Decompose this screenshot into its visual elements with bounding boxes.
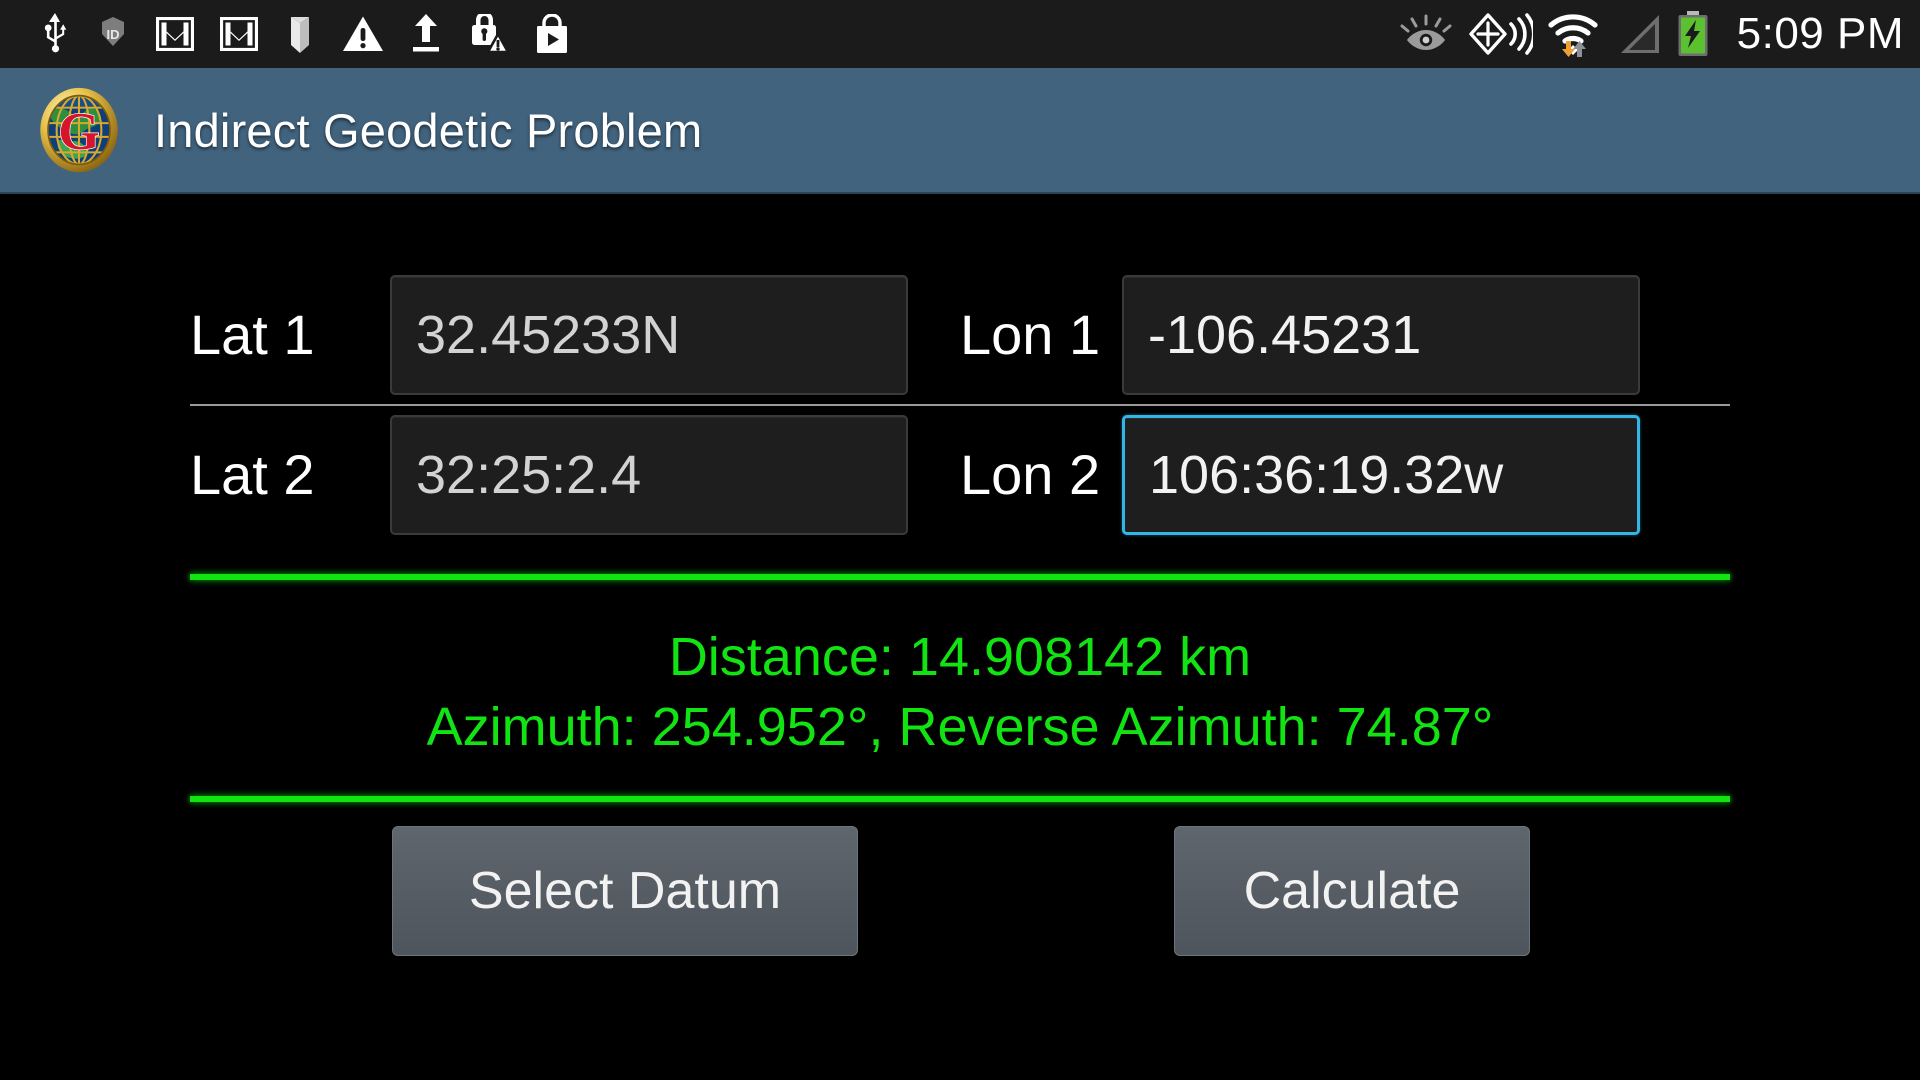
warning-triangle-icon bbox=[343, 16, 383, 51]
svg-text:G: G bbox=[58, 101, 99, 161]
distance-result: Distance: 14.908142 km bbox=[668, 627, 1252, 688]
upload-icon bbox=[413, 14, 439, 52]
status-bar-notification-icons: ID bbox=[40, 13, 570, 55]
lat-2-value: 32:25:2.4 bbox=[416, 445, 642, 505]
globe-g-logo: G bbox=[40, 87, 118, 173]
results-panel: Distance: 14.908142 km Azimuth: 254.952°… bbox=[190, 590, 1730, 796]
eye-icon bbox=[1400, 14, 1452, 50]
coordinate-row-1: Lat 1 32.45233N Lon 1 -106.45231 bbox=[190, 266, 1730, 404]
book-icon bbox=[291, 17, 309, 53]
lon-2-input[interactable]: 106:36:19.32w bbox=[1122, 415, 1640, 535]
lat-1-input[interactable]: 32.45233N bbox=[390, 275, 908, 395]
select-datum-button[interactable]: Select Datum bbox=[392, 826, 858, 956]
azimuth-result: Azimuth: 254.952°, Reverse Azimuth: 74.8… bbox=[426, 697, 1494, 757]
status-bar[interactable]: ID 5:09 PM bbox=[0, 0, 1920, 68]
usb-icon bbox=[44, 13, 67, 53]
coordinate-row-2: Lat 2 32:25:2.4 Lon 2 106:36:19.32w bbox=[190, 406, 1730, 544]
coordinate-form: Lat 1 32.45233N Lon 1 -106.45231 Lat 2 3… bbox=[190, 266, 1730, 544]
results-bottom-divider bbox=[190, 796, 1730, 802]
lat-1-value: 32.45233N bbox=[416, 305, 681, 365]
status-bar-clock: 5:09 PM bbox=[1736, 9, 1904, 58]
lock-warning-icon bbox=[472, 14, 508, 54]
lon-2-value: 106:36:19.32w bbox=[1149, 445, 1504, 505]
play-store-icon bbox=[537, 14, 567, 53]
app-screen: ID 5:09 PM G Indirect Geodetic Problem L… bbox=[0, 0, 1920, 1080]
calculate-button[interactable]: Calculate bbox=[1174, 826, 1530, 956]
lon-1-input[interactable]: -106.45231 bbox=[1122, 275, 1640, 395]
lat-2-label: Lat 2 bbox=[190, 443, 315, 506]
app-title-bar: G Indirect Geodetic Problem bbox=[0, 68, 1920, 194]
wifi-icon bbox=[1548, 14, 1598, 57]
gps-location-icon bbox=[1468, 13, 1533, 55]
lat-2-input[interactable]: 32:25:2.4 bbox=[390, 415, 908, 535]
cellular-signal-icon bbox=[1620, 15, 1659, 53]
page-title: Indirect Geodetic Problem bbox=[154, 103, 703, 157]
battery-charging-icon bbox=[1678, 11, 1708, 56]
svg-text:ID: ID bbox=[107, 27, 120, 42]
status-bar-system-icons: 5:09 PM bbox=[1399, 9, 1904, 59]
gmail-icon bbox=[156, 17, 194, 51]
results-top-divider bbox=[190, 574, 1730, 580]
main-content: Lat 1 32.45233N Lon 1 -106.45231 Lat 2 3… bbox=[0, 194, 1920, 1080]
lon-1-label: Lon 1 bbox=[960, 303, 1101, 366]
action-button-row: Select Datum Calculate bbox=[190, 826, 1730, 976]
id-badge-icon: ID bbox=[102, 17, 124, 46]
lat-1-label: Lat 1 bbox=[190, 303, 315, 366]
lon-1-value: -106.45231 bbox=[1148, 305, 1422, 365]
lon-2-label: Lon 2 bbox=[960, 443, 1101, 506]
gmail-icon-2 bbox=[220, 17, 258, 51]
